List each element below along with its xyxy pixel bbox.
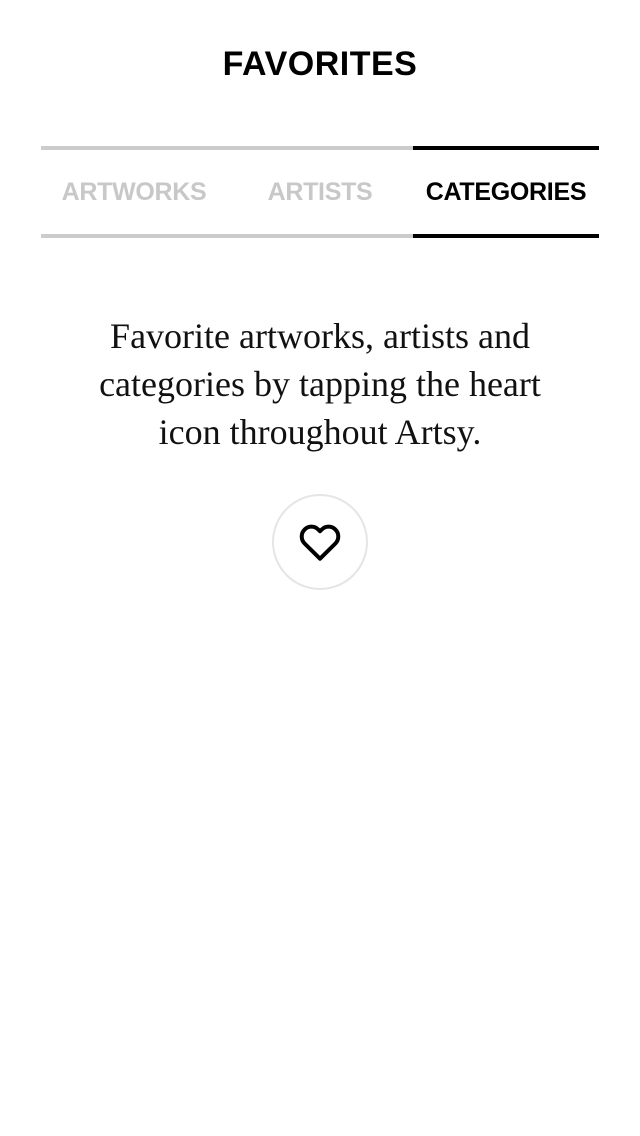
heart-button[interactable] (272, 494, 368, 590)
page-title: FAVORITES (222, 45, 418, 83)
tab-bar: ARTWORKS ARTISTS CATEGORIES (41, 146, 599, 238)
empty-state-message: Favorite artworks, artists and categorie… (99, 316, 541, 452)
tab-artists[interactable]: ARTISTS (227, 146, 413, 238)
tab-artworks[interactable]: ARTWORKS (41, 146, 227, 238)
heart-icon (298, 522, 342, 562)
tab-categories[interactable]: CATEGORIES (413, 146, 599, 238)
